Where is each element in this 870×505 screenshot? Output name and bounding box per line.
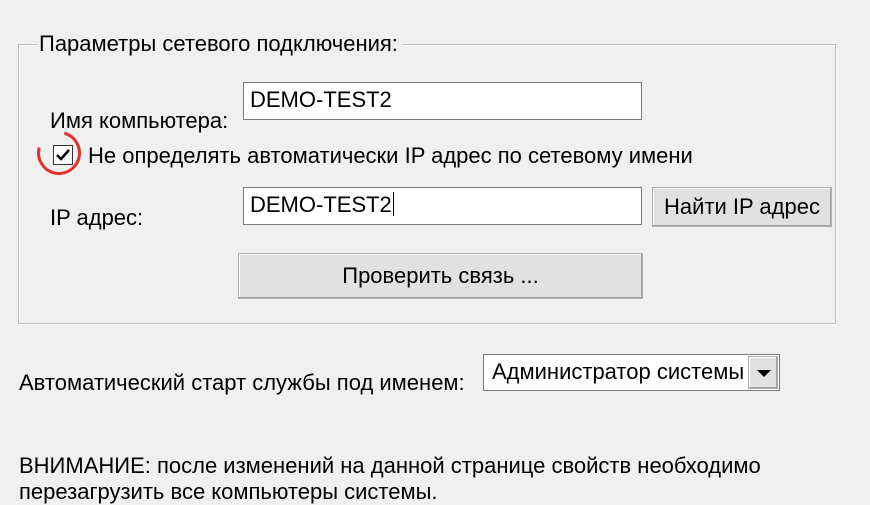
check-connection-button[interactable]: Проверить связь ... (238, 253, 643, 299)
autostart-label: Автоматический старт службы под именем: (19, 370, 465, 395)
network-settings-legend: Параметры сетевого подключения: (37, 30, 402, 58)
text-caret (392, 192, 394, 216)
computer-name-input[interactable]: DEMO-TEST2 (243, 82, 642, 120)
computer-name-value: DEMO-TEST2 (250, 87, 392, 112)
warning-line-2: перезагрузить все компьютеры системы. (19, 479, 438, 504)
no-auto-ip-label[interactable]: Не определять автоматически IP адрес по … (88, 142, 693, 170)
warning-line-1: ВНИМАНИЕ: после изменений на данной стра… (19, 453, 761, 478)
no-auto-ip-checkbox[interactable] (53, 145, 73, 165)
autostart-selected-value: Администратор системы (492, 359, 745, 384)
warning-text: ВНИМАНИЕ: после изменений на данной стра… (19, 453, 839, 505)
ip-address-value: DEMO-TEST2 (250, 192, 392, 217)
checkmark-icon (56, 149, 70, 161)
find-ip-button[interactable]: Найти IP адрес (652, 187, 832, 227)
autostart-user-select[interactable]: Администратор системы (483, 354, 780, 391)
computer-name-label: Имя компьютера: (50, 108, 229, 133)
ip-address-label: IP адрес: (50, 205, 144, 230)
ip-address-input[interactable]: DEMO-TEST2 (243, 187, 642, 225)
chevron-down-icon[interactable] (748, 356, 778, 389)
